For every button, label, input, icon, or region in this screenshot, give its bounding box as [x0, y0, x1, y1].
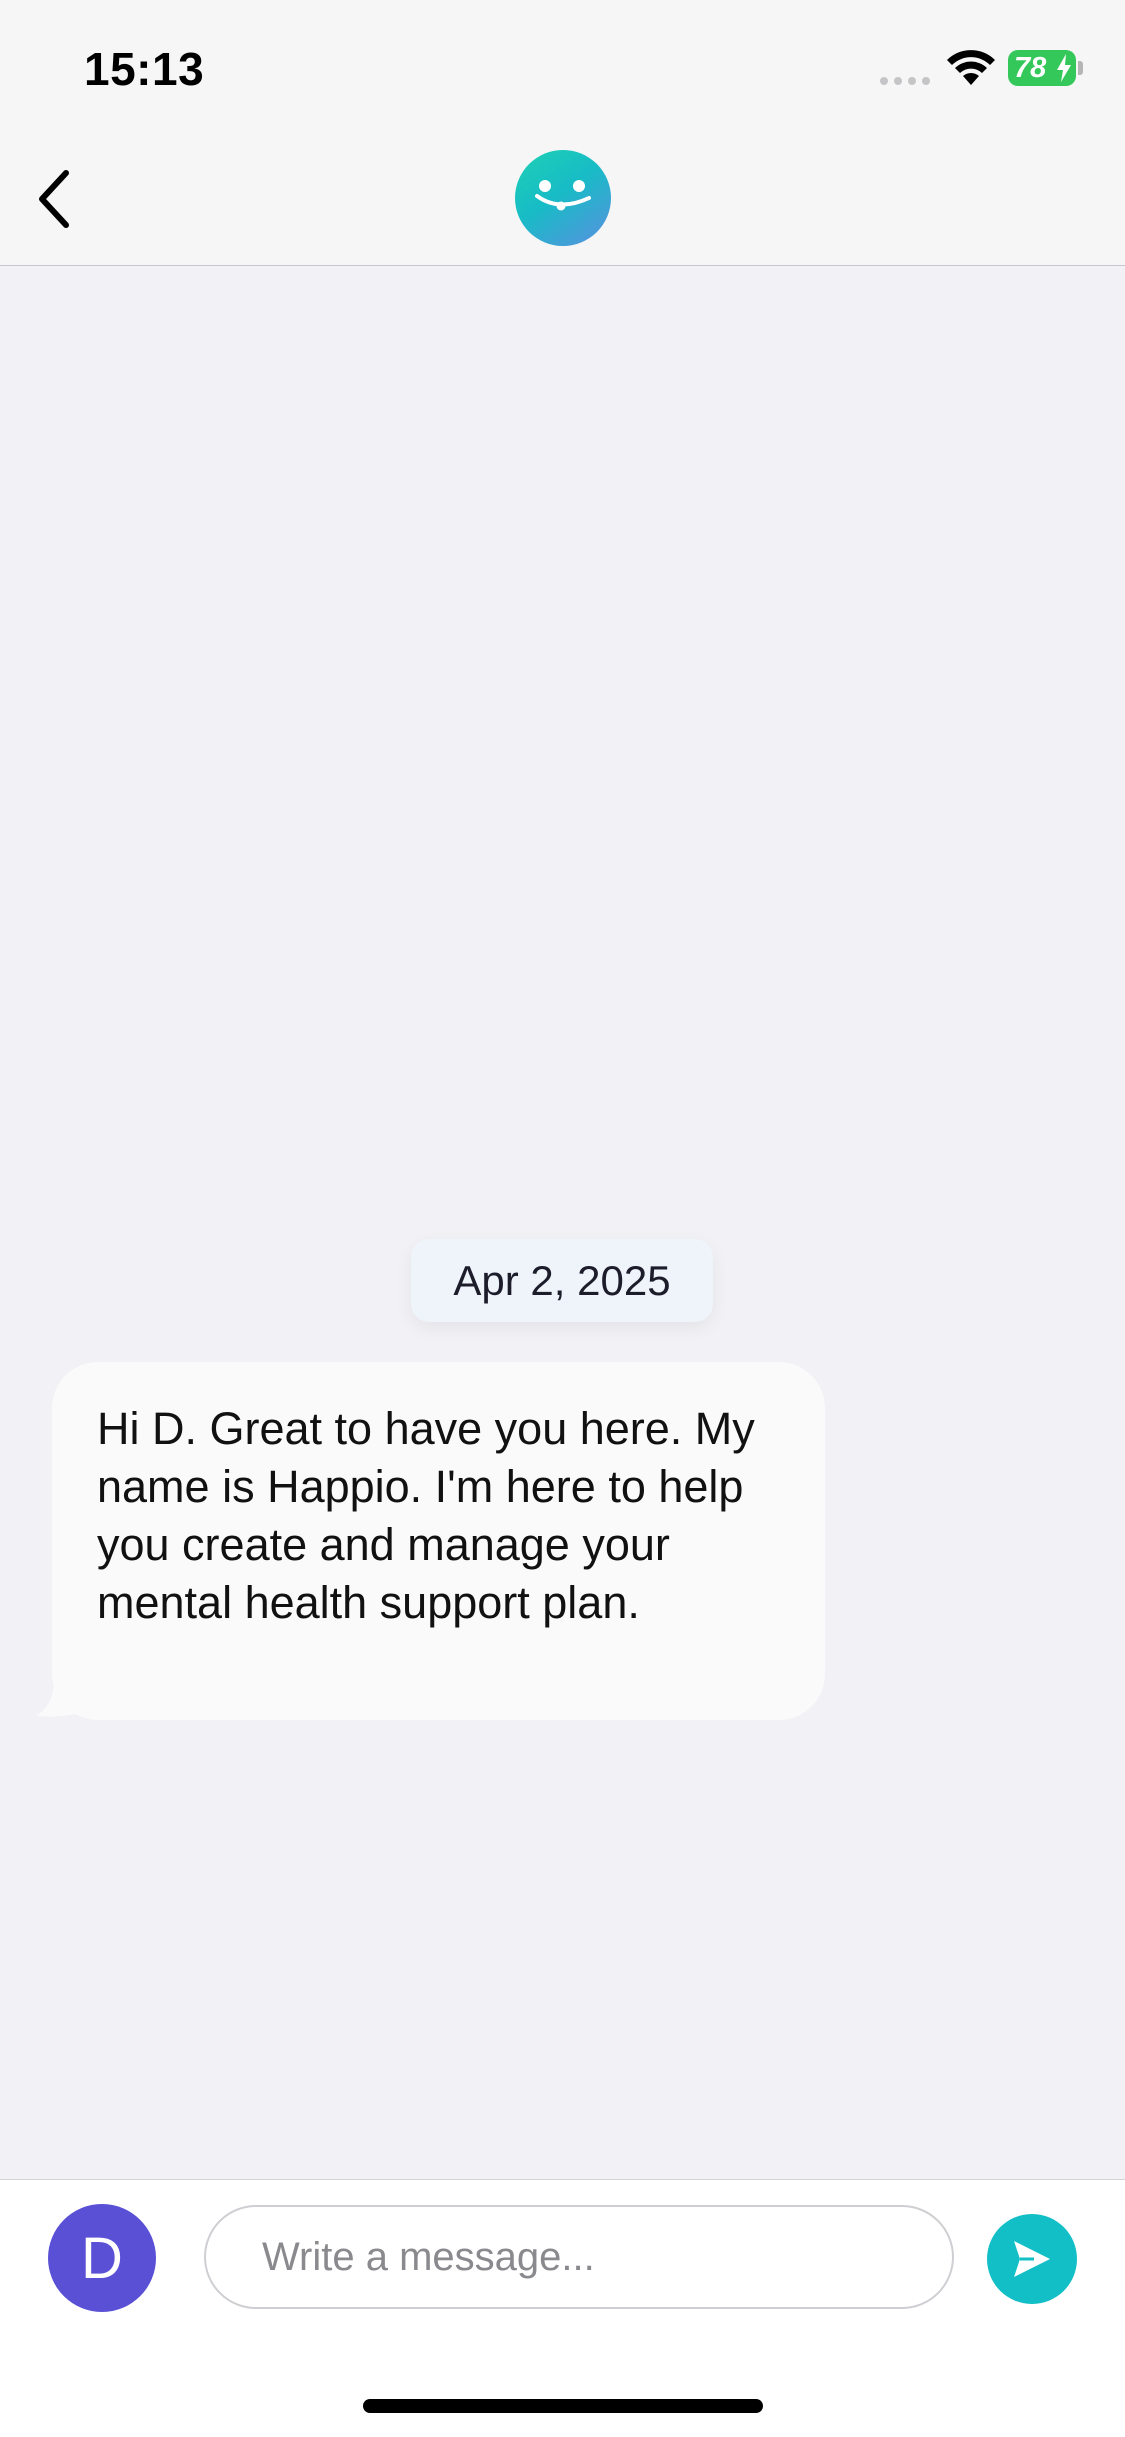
- date-separator: Apr 2, 2025: [411, 1239, 713, 1322]
- cellular-signal-icon: [880, 77, 930, 85]
- status-time: 15:13: [84, 43, 205, 95]
- user-avatar[interactable]: D: [48, 2204, 156, 2312]
- nav-bar: [0, 135, 1125, 266]
- status-bar: 15:13 78: [0, 0, 1125, 135]
- send-icon: [1014, 2241, 1050, 2277]
- chevron-left-icon: [39, 170, 69, 228]
- back-button[interactable]: [14, 159, 94, 239]
- smiley-face-icon: [535, 180, 591, 211]
- chat-area[interactable]: [0, 266, 1125, 2179]
- bot-message-bubble: Hi D. Great to have you here. My name is…: [52, 1362, 825, 1720]
- battery-level: 78: [1014, 52, 1047, 84]
- home-indicator: [363, 2399, 763, 2413]
- charging-bolt-icon: [1057, 54, 1071, 82]
- bot-avatar[interactable]: [515, 150, 611, 246]
- wifi-icon: [947, 50, 995, 85]
- message-input[interactable]: [204, 2205, 954, 2309]
- battery-cap: [1078, 61, 1083, 75]
- bot-message-text: Hi D. Great to have you here. My name is…: [97, 1403, 755, 1628]
- battery-icon: 78: [1008, 50, 1076, 86]
- message-composer: D: [0, 2179, 1125, 2437]
- send-button[interactable]: [987, 2214, 1077, 2304]
